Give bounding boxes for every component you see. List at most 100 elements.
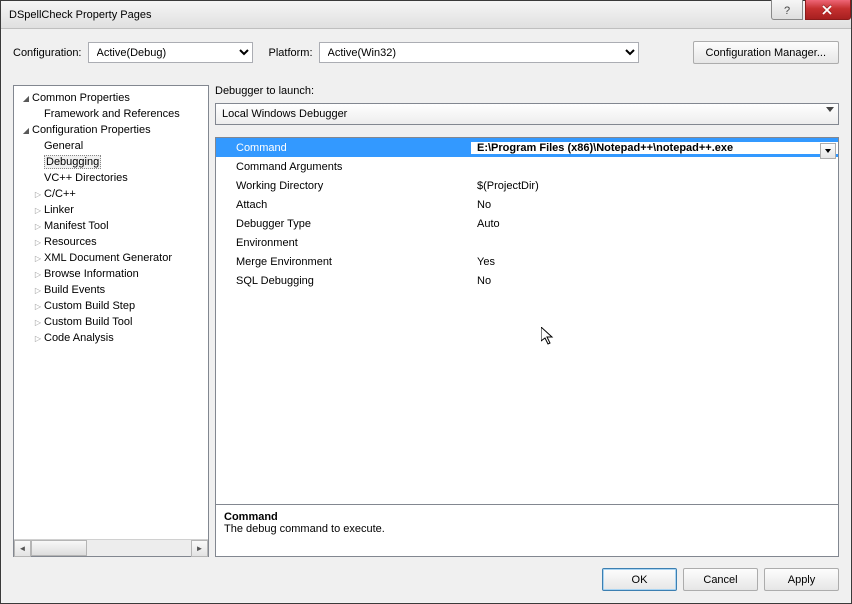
- tree-item[interactable]: ▷Custom Build Step: [14, 298, 208, 314]
- tree-expander-icon[interactable]: ▷: [32, 334, 44, 343]
- apply-button[interactable]: Apply: [764, 568, 839, 591]
- svg-text:?: ?: [784, 5, 790, 15]
- tree-item-label: Resources: [44, 236, 97, 248]
- close-button[interactable]: [805, 0, 851, 20]
- tree-item-label: Linker: [44, 204, 74, 216]
- property-row[interactable]: Merge EnvironmentYes: [216, 252, 838, 271]
- tree-item[interactable]: ▷Code Analysis: [14, 330, 208, 346]
- configuration-manager-button[interactable]: Configuration Manager...: [693, 41, 839, 64]
- body: ◢Common PropertiesFramework and Referenc…: [13, 85, 839, 557]
- titlebar[interactable]: DSpellCheck Property Pages ?: [1, 1, 851, 29]
- property-grid: CommandE:\Program Files (x86)\Notepad++\…: [215, 137, 839, 557]
- tree-item-label: Manifest Tool: [44, 220, 109, 232]
- cancel-button[interactable]: Cancel: [683, 568, 758, 591]
- ok-button[interactable]: OK: [602, 568, 677, 591]
- tree-item-label: Debugging: [44, 155, 101, 169]
- close-icon: [822, 5, 834, 15]
- configuration-label: Configuration:: [13, 47, 82, 59]
- scroll-left-icon[interactable]: ◄: [14, 540, 31, 557]
- description-title: Command: [224, 511, 830, 523]
- tree-item[interactable]: ▷Linker: [14, 202, 208, 218]
- property-value[interactable]: No: [471, 199, 838, 211]
- tree-expander-icon[interactable]: ▷: [32, 270, 44, 279]
- property-name: Debugger Type: [216, 218, 471, 230]
- dialog-content: Configuration: Active(Debug) Platform: A…: [1, 29, 851, 603]
- platform-label: Platform:: [269, 47, 313, 59]
- tree-item[interactable]: ▷XML Document Generator: [14, 250, 208, 266]
- tree-expander-icon[interactable]: ▷: [32, 286, 44, 295]
- property-name: Working Directory: [216, 180, 471, 192]
- property-name: Merge Environment: [216, 256, 471, 268]
- property-name: Attach: [216, 199, 471, 211]
- chevron-down-icon: [826, 107, 834, 112]
- tree-expander-icon[interactable]: ▷: [32, 238, 44, 247]
- tree-item-label: Build Events: [44, 284, 105, 296]
- property-tree[interactable]: ◢Common PropertiesFramework and Referenc…: [14, 86, 208, 539]
- property-row[interactable]: AttachNo: [216, 195, 838, 214]
- tree-expander-icon[interactable]: ▷: [32, 254, 44, 263]
- help-button[interactable]: ?: [771, 0, 803, 20]
- tree-expander-icon[interactable]: ◢: [20, 94, 32, 103]
- tree-item[interactable]: Framework and References: [14, 106, 208, 122]
- tree-item[interactable]: ▷Browse Information: [14, 266, 208, 282]
- tree-item-label: Custom Build Step: [44, 300, 135, 312]
- property-grid-body[interactable]: CommandE:\Program Files (x86)\Notepad++\…: [216, 138, 838, 504]
- property-row[interactable]: SQL DebuggingNo: [216, 271, 838, 290]
- property-value[interactable]: No: [471, 275, 838, 287]
- property-value[interactable]: E:\Program Files (x86)\Notepad++\notepad…: [471, 142, 838, 154]
- property-name: Command: [216, 142, 471, 154]
- tree-item-label: VC++ Directories: [44, 172, 128, 184]
- property-row[interactable]: Debugger TypeAuto: [216, 214, 838, 233]
- description-pane: Command The debug command to execute.: [216, 504, 838, 556]
- scroll-track[interactable]: [31, 540, 191, 556]
- tree-pane: ◢Common PropertiesFramework and Referenc…: [13, 85, 209, 557]
- tree-item[interactable]: ◢Common Properties: [14, 90, 208, 106]
- config-toolbar: Configuration: Active(Debug) Platform: A…: [13, 41, 839, 64]
- tree-item-label: Common Properties: [32, 92, 130, 104]
- property-value[interactable]: Yes: [471, 256, 838, 268]
- debugger-combo[interactable]: Local Windows Debugger: [215, 103, 839, 125]
- description-text: The debug command to execute.: [224, 523, 830, 535]
- window-title: DSpellCheck Property Pages: [9, 9, 771, 21]
- tree-item[interactable]: ▷Build Events: [14, 282, 208, 298]
- tree-hscroll[interactable]: ◄ ►: [14, 539, 208, 556]
- tree-item[interactable]: ▷Manifest Tool: [14, 218, 208, 234]
- tree-item-label: Framework and References: [44, 108, 180, 120]
- property-row[interactable]: Command Arguments: [216, 157, 838, 176]
- tree-item-label: Code Analysis: [44, 332, 114, 344]
- tree-item[interactable]: VC++ Directories: [14, 170, 208, 186]
- tree-expander-icon[interactable]: ▷: [32, 318, 44, 327]
- scroll-thumb[interactable]: [31, 540, 87, 556]
- property-name: Command Arguments: [216, 161, 471, 173]
- scroll-right-icon[interactable]: ►: [191, 540, 208, 557]
- tree-item[interactable]: ▷C/C++: [14, 186, 208, 202]
- chevron-down-icon[interactable]: [820, 143, 836, 159]
- tree-expander-icon[interactable]: ▷: [32, 206, 44, 215]
- tree-item-label: Browse Information: [44, 268, 139, 280]
- tree-item-label: Configuration Properties: [32, 124, 151, 136]
- property-row[interactable]: Environment: [216, 233, 838, 252]
- tree-item-label: General: [44, 140, 83, 152]
- tree-item[interactable]: ▷Resources: [14, 234, 208, 250]
- tree-item[interactable]: General: [14, 138, 208, 154]
- dialog-footer: OK Cancel Apply: [602, 568, 839, 591]
- tree-expander-icon[interactable]: ▷: [32, 222, 44, 231]
- tree-item[interactable]: ▷Custom Build Tool: [14, 314, 208, 330]
- tree-expander-icon[interactable]: ▷: [32, 190, 44, 199]
- window-controls: ?: [771, 1, 851, 28]
- platform-combo[interactable]: Active(Win32): [319, 42, 639, 63]
- tree-item[interactable]: ◢Configuration Properties: [14, 122, 208, 138]
- tree-expander-icon[interactable]: ◢: [20, 126, 32, 135]
- configuration-combo[interactable]: Active(Debug): [88, 42, 253, 63]
- property-row[interactable]: Working Directory$(ProjectDir): [216, 176, 838, 195]
- property-value[interactable]: Auto: [471, 218, 838, 230]
- property-row[interactable]: CommandE:\Program Files (x86)\Notepad++\…: [216, 138, 838, 157]
- tree-item[interactable]: Debugging: [14, 154, 208, 170]
- dialog-window: DSpellCheck Property Pages ? Configurati…: [0, 0, 852, 604]
- tree-item-label: Custom Build Tool: [44, 316, 132, 328]
- tree-item-label: C/C++: [44, 188, 76, 200]
- property-value[interactable]: $(ProjectDir): [471, 180, 838, 192]
- debugger-launch-label: Debugger to launch:: [215, 85, 839, 97]
- property-name: Environment: [216, 237, 471, 249]
- tree-expander-icon[interactable]: ▷: [32, 302, 44, 311]
